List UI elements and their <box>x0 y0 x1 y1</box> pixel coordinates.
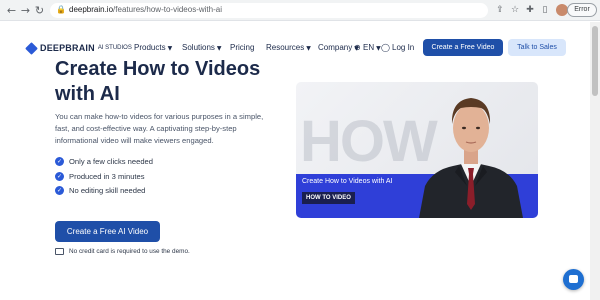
check-circle-icon: ✓ <box>55 156 64 166</box>
nav-solutions-label: Solutions <box>182 43 215 52</box>
globe-icon[interactable]: ⊕ <box>354 43 361 52</box>
presenter-image <box>419 98 523 218</box>
chevron-down-icon: ▼ <box>216 45 222 52</box>
page-title-line-2: with AI <box>55 83 120 105</box>
create-free-video-button[interactable]: Create a Free Video <box>423 39 503 56</box>
page-title: Create How to Videos with AI <box>55 57 295 107</box>
star-icon[interactable]: ☆ <box>509 4 521 16</box>
credit-card-icon <box>55 247 64 255</box>
user-icon[interactable]: ◯ <box>381 43 390 52</box>
hero-description: You can make how-to videos for various p… <box>55 112 264 145</box>
logo-text: DEEPBRAIN <box>40 43 95 53</box>
nav-company-label: Company <box>318 43 353 52</box>
page-title-line-1: Create How to Videos <box>55 58 261 80</box>
credit-card-note: No credit card is required to use the de… <box>55 246 190 256</box>
logo[interactable]: DEEPBRAIN AI STUDIOS <box>25 41 132 55</box>
video-caption: Create How to Videos with AI <box>302 178 393 185</box>
nav-resources[interactable]: Resources ▼ <box>266 43 311 52</box>
feature-check-item: ✓ No editing skill needed <box>55 185 145 195</box>
forward-icon[interactable]: → <box>19 4 32 17</box>
video-preview[interactable]: HOW Create How to Videos with AI HOW TO … <box>296 82 538 218</box>
lock-icon: 🔒 <box>56 5 66 14</box>
url-text: deepbrain.io/features/how-to-videos-with… <box>69 5 222 14</box>
check-circle-icon: ✓ <box>55 185 64 195</box>
chevron-down-icon: ▼ <box>306 45 311 52</box>
reload-icon[interactable]: ↻ <box>33 4 46 17</box>
nav-solutions[interactable]: Solutions ▼ <box>182 43 222 52</box>
credit-card-note-text: No credit card is required to use the de… <box>69 247 190 255</box>
chat-bubble-icon <box>569 275 578 283</box>
chevron-down-icon: ▼ <box>167 45 173 52</box>
login-link[interactable]: Log In <box>392 43 414 52</box>
video-tag: HOW TO VIDEO <box>302 192 355 204</box>
nav-pricing[interactable]: Pricing <box>230 43 254 52</box>
nav-company[interactable]: Company ▼ <box>318 43 359 52</box>
feature-check-text: Produced in 3 minutes <box>69 171 145 181</box>
sidebar-icon[interactable]: ▯ <box>539 4 551 16</box>
share-icon[interactable]: ⇪ <box>494 4 506 16</box>
language-label: EN <box>363 43 375 52</box>
nav-resources-label: Resources <box>266 43 305 52</box>
feature-check-item: ✓ Produced in 3 minutes <box>55 171 145 181</box>
nav-products[interactable]: Products ▼ <box>134 43 172 52</box>
feature-check-text: Only a few clicks needed <box>69 156 153 166</box>
feature-check-item: ✓ Only a few clicks needed <box>55 156 153 166</box>
language-selector[interactable]: EN ▼ <box>363 43 381 52</box>
nav-products-label: Products <box>134 43 166 52</box>
logo-mark-icon <box>25 41 38 55</box>
chat-button[interactable] <box>563 269 584 290</box>
browser-toolbar: ← → ↻ 🔒 deepbrain.io/features/how-to-vid… <box>0 0 600 21</box>
logo-subtext: AI STUDIOS <box>97 45 132 51</box>
scrollbar-thumb[interactable] <box>592 26 598 96</box>
error-button[interactable]: Error <box>567 3 597 17</box>
talk-to-sales-button[interactable]: Talk to Sales <box>508 39 566 56</box>
back-icon[interactable]: ← <box>5 4 18 17</box>
create-free-ai-video-button[interactable]: Create a Free AI Video <box>55 221 160 242</box>
check-circle-icon: ✓ <box>55 171 64 181</box>
address-bar[interactable]: 🔒 deepbrain.io/features/how-to-videos-wi… <box>50 3 488 18</box>
feature-check-text: No editing skill needed <box>69 185 146 195</box>
extension-icon[interactable]: ✚ <box>524 4 536 16</box>
